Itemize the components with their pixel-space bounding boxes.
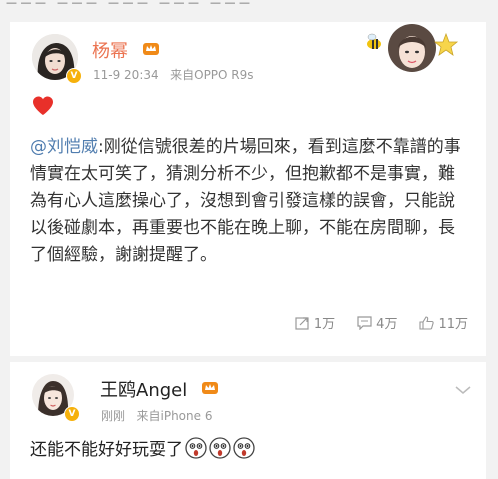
comment-meta: 刚刚 来自iPhone 6 [101, 407, 212, 424]
comment-button[interactable]: 4万 [357, 313, 397, 332]
comment-card: V 王鸥Angel 刚刚 来自iPhone 6 还能不能好好玩耍了 [10, 362, 486, 479]
cutoff-text: — — — — — — — — — — — — — — — [6, 0, 250, 9]
repost-count: 1万 [313, 317, 336, 332]
shocked-face-emoji-icon [233, 436, 255, 459]
weibo-post-card: V 杨幂 11-9 20:34 来自OPPO R9s @刘恺威:刚從信號很差的片… [10, 22, 486, 356]
comment-timestamp: 刚刚 [101, 409, 126, 423]
comment-body: 还能不能好好玩耍了 [30, 435, 255, 460]
like-button[interactable]: 11万 [419, 313, 468, 332]
mention-link[interactable]: @刘恺威 [30, 137, 98, 157]
vip-crown-icon [202, 382, 218, 394]
verified-badge-icon: V [66, 68, 82, 84]
chevron-down-icon[interactable] [454, 384, 472, 396]
post-timestamp: 11-9 20:34 [93, 68, 159, 82]
comment-source[interactable]: 来自iPhone 6 [137, 409, 213, 423]
thumbs-up-icon [419, 315, 435, 330]
repost-button[interactable]: 1万 [295, 313, 335, 332]
post-actions: 1万 4万 11万 [295, 313, 468, 332]
card-decoration-icon [360, 22, 464, 78]
like-count: 11万 [438, 317, 468, 332]
author-name[interactable]: 杨幂 [92, 37, 128, 63]
comment-count: 4万 [376, 317, 398, 332]
comment-icon [357, 315, 372, 330]
comment-text: 还能不能好好玩耍了 [30, 440, 183, 460]
verified-badge-icon: V [64, 406, 80, 422]
repost-icon [295, 316, 309, 330]
post-source[interactable]: 来自OPPO R9s [170, 68, 253, 82]
commenter-name[interactable]: 王鸥Angel [100, 376, 187, 402]
shocked-face-emoji-icon [209, 436, 231, 459]
top-cutoff-strip: — — — — — — — — — — — — — — — [0, 0, 498, 22]
post-body: @刘恺威:刚從信號很差的片場回來，看到這麼不靠譜的事情實在太可笑了，猜測分析不少… [30, 134, 470, 269]
vip-crown-icon [143, 43, 159, 55]
shocked-face-emoji-icon [185, 436, 207, 459]
heart-emoji-icon [33, 96, 53, 115]
post-meta: 11-9 20:34 来自OPPO R9s [93, 66, 254, 83]
